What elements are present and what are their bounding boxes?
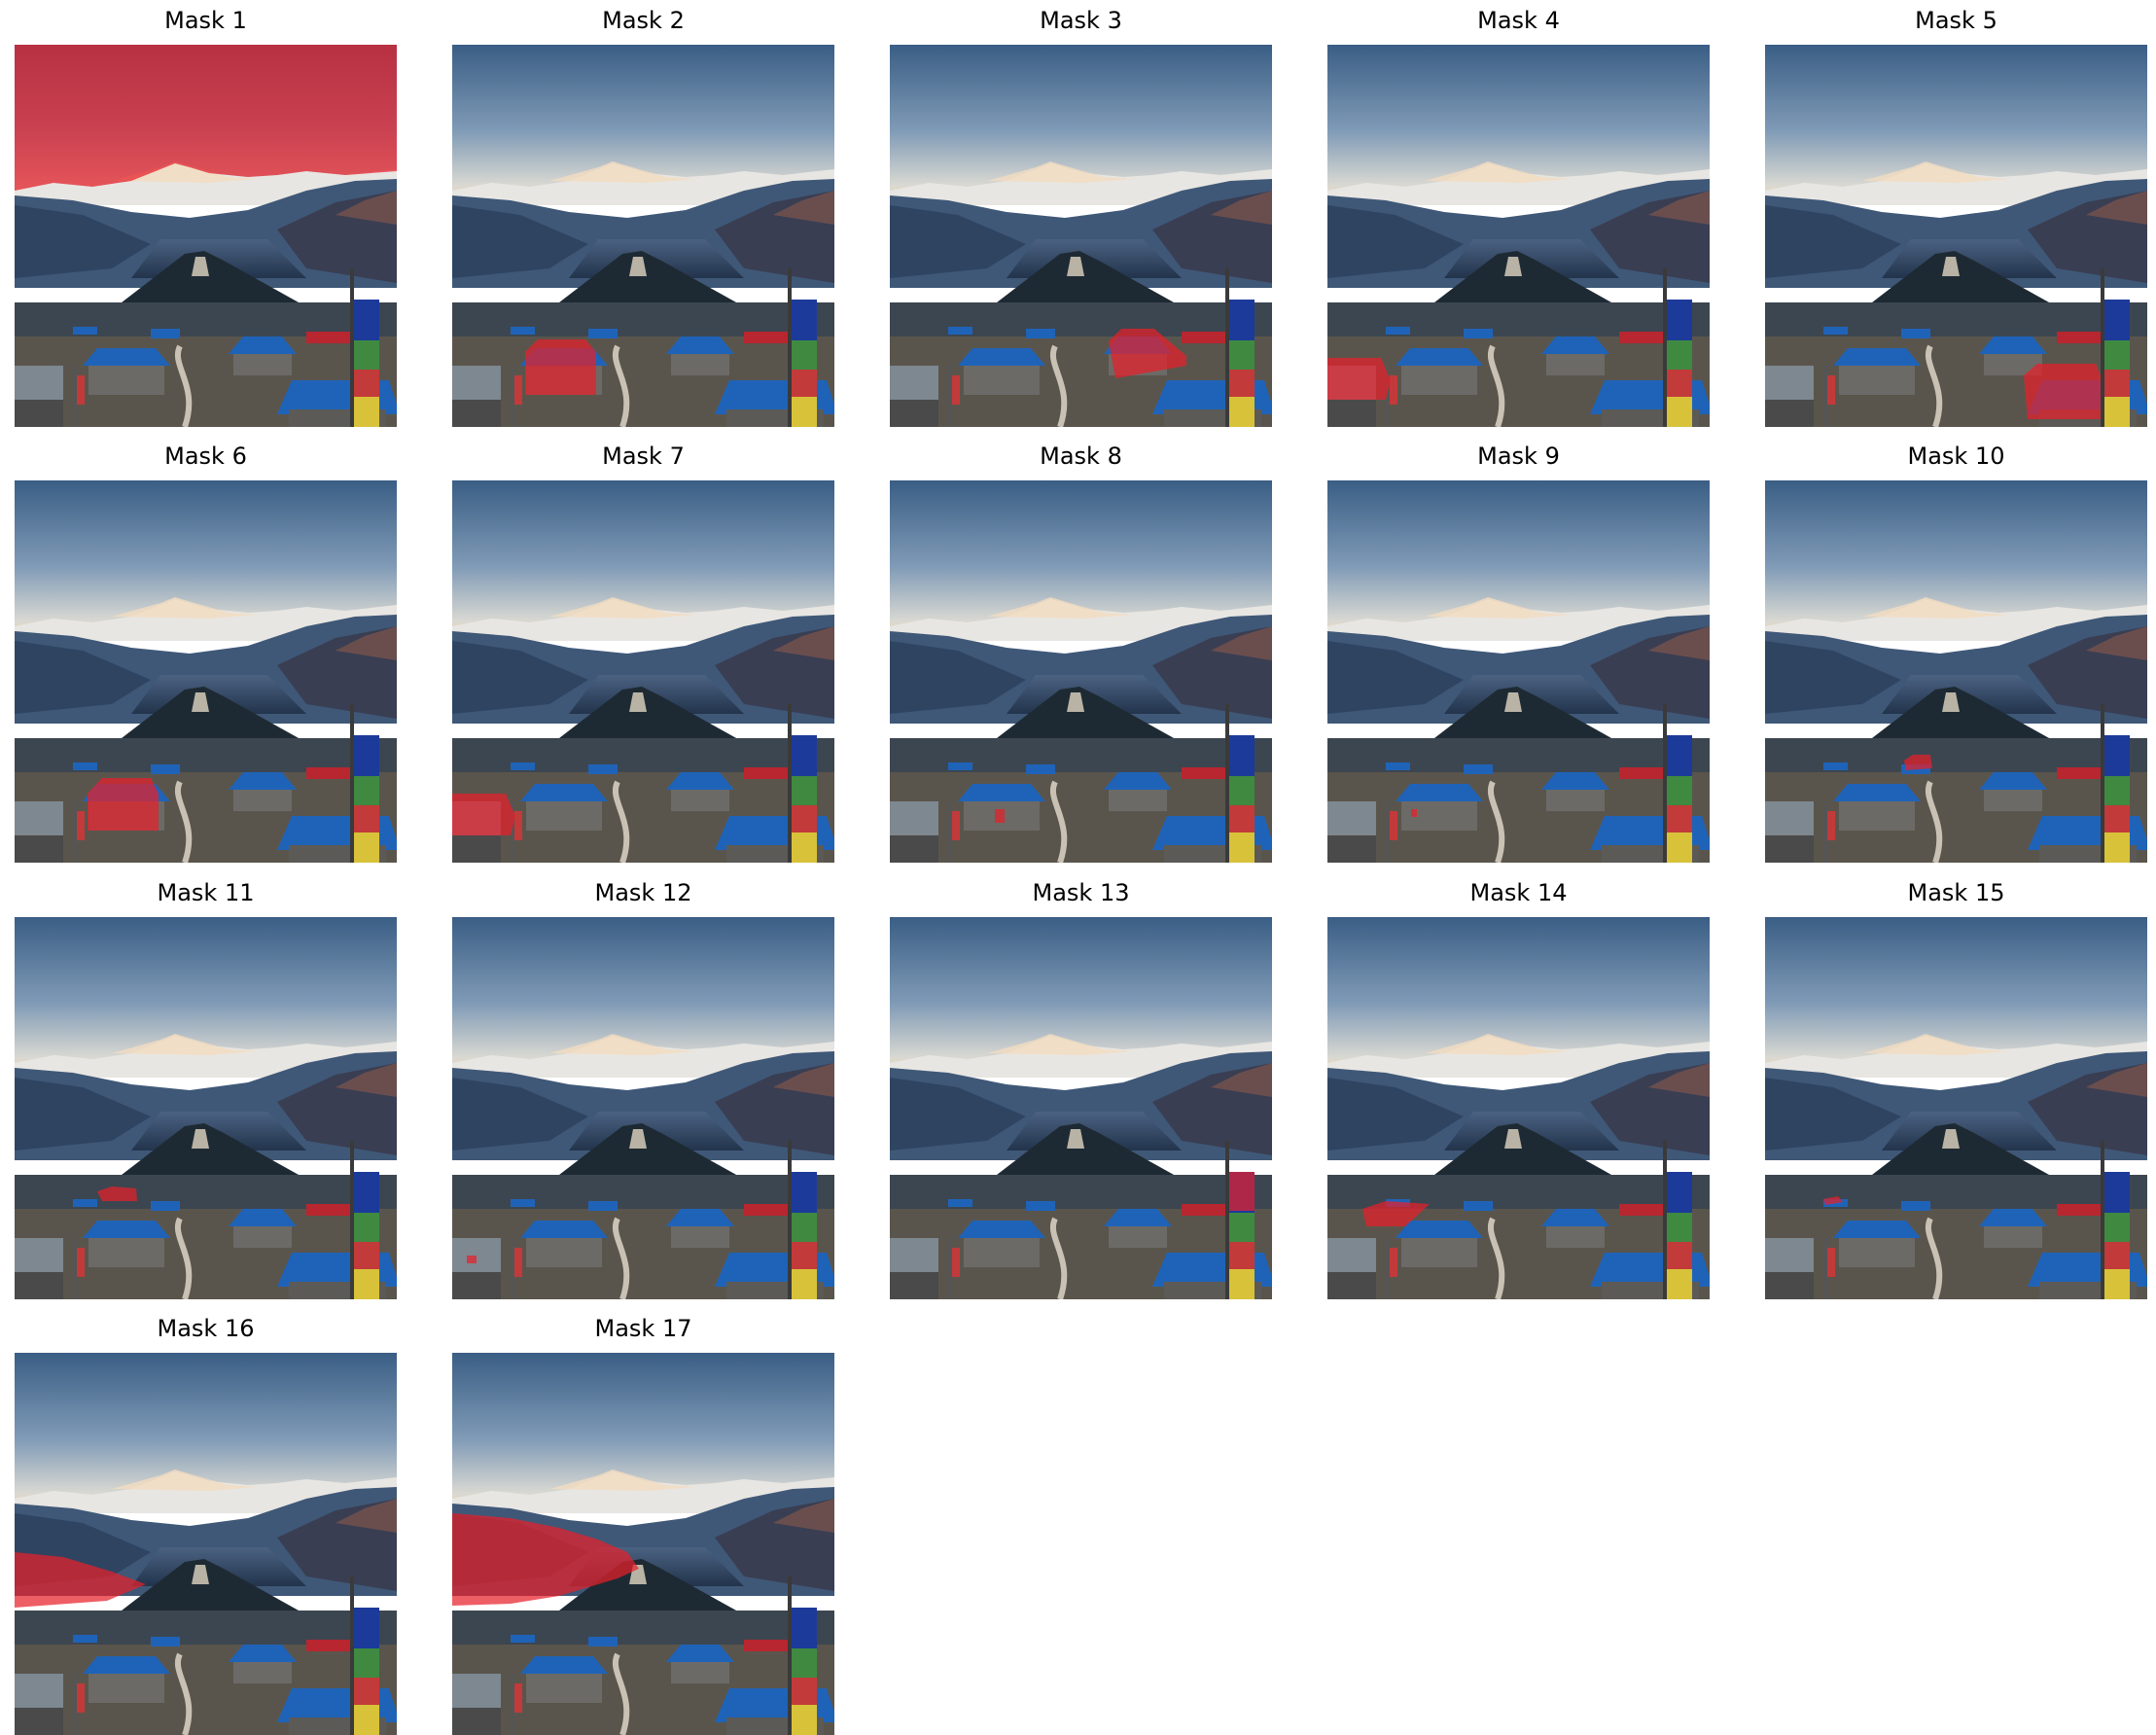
mask-panel-6: Mask 6 xyxy=(15,443,397,863)
mask-panel-12: Mask 12 xyxy=(452,879,834,1299)
mask-panel-1: Mask 1 xyxy=(15,7,397,427)
mask-overlay-red-house-left xyxy=(525,339,596,395)
scene-image xyxy=(15,917,397,1299)
mask-panel-16: Mask 16 xyxy=(15,1315,397,1735)
mask-overlay-flag-red xyxy=(1229,1172,1255,1211)
mask-panel-8: Mask 8 xyxy=(890,443,1272,863)
panel-title: Mask 4 xyxy=(1477,7,1560,34)
scene-image xyxy=(1765,45,2147,427)
panel-title: Mask 8 xyxy=(1040,443,1122,470)
mask-panel-3: Mask 3 xyxy=(890,7,1272,427)
scene-image xyxy=(15,45,397,427)
mask-overlay-window-small xyxy=(995,809,1005,823)
mask-overlay-roof-right xyxy=(2024,364,2101,419)
panel-title: Mask 3 xyxy=(1040,7,1122,34)
scene-image xyxy=(1327,917,1710,1299)
scene-image xyxy=(1765,480,2147,863)
mask-panel-13: Mask 13 xyxy=(890,879,1272,1299)
panel-title: Mask 17 xyxy=(594,1315,692,1342)
mask-panel-15: Mask 15 xyxy=(1765,879,2147,1299)
scene-image xyxy=(452,45,834,427)
scene-image xyxy=(1327,45,1710,427)
mask-panel-11: Mask 11 xyxy=(15,879,397,1299)
scene-image xyxy=(1765,917,2147,1299)
scene-image xyxy=(1327,480,1710,863)
mask-overlay-sky xyxy=(15,45,397,191)
panel-title: Mask 2 xyxy=(602,7,685,34)
panel-title: Mask 6 xyxy=(164,443,247,470)
panel-title: Mask 10 xyxy=(1907,443,2005,470)
mask-overlay-roof-left-edge xyxy=(1327,358,1391,400)
panel-title: Mask 13 xyxy=(1032,879,1130,906)
mask-panel-5: Mask 5 xyxy=(1765,7,2147,427)
scene-image xyxy=(890,917,1272,1299)
mask-overlay-tiny-left xyxy=(467,1256,477,1263)
mask-overlay-roof-left-edge-2 xyxy=(452,794,515,835)
panel-title: Mask 16 xyxy=(157,1315,255,1342)
mask-panel-9: Mask 9 xyxy=(1327,443,1710,863)
mask-panel-17: Mask 17 xyxy=(452,1315,834,1735)
panel-title: Mask 14 xyxy=(1469,879,1568,906)
mask-panel-7: Mask 7 xyxy=(452,443,834,863)
mask-panel-10: Mask 10 xyxy=(1765,443,2147,863)
panel-title: Mask 5 xyxy=(1915,7,1997,34)
mask-panel-4: Mask 4 xyxy=(1327,7,1710,427)
panel-title: Mask 9 xyxy=(1477,443,1560,470)
scene-image xyxy=(15,480,397,863)
mask-panel-14: Mask 14 xyxy=(1327,879,1710,1299)
panel-title: Mask 15 xyxy=(1907,879,2005,906)
mask-overlay-window-tiny xyxy=(1411,809,1417,817)
panel-title: Mask 7 xyxy=(602,443,685,470)
mask-overlay-red-house-left-2 xyxy=(88,778,159,831)
scene-image xyxy=(452,480,834,863)
scene-image xyxy=(452,1353,834,1735)
panel-title: Mask 12 xyxy=(594,879,692,906)
scene-image xyxy=(15,1353,397,1735)
scene-image xyxy=(890,45,1272,427)
scene-image xyxy=(452,917,834,1299)
panel-title: Mask 11 xyxy=(157,879,255,906)
mask-panel-2: Mask 2 xyxy=(452,7,834,427)
scene-image xyxy=(890,480,1272,863)
panel-title: Mask 1 xyxy=(164,7,247,34)
